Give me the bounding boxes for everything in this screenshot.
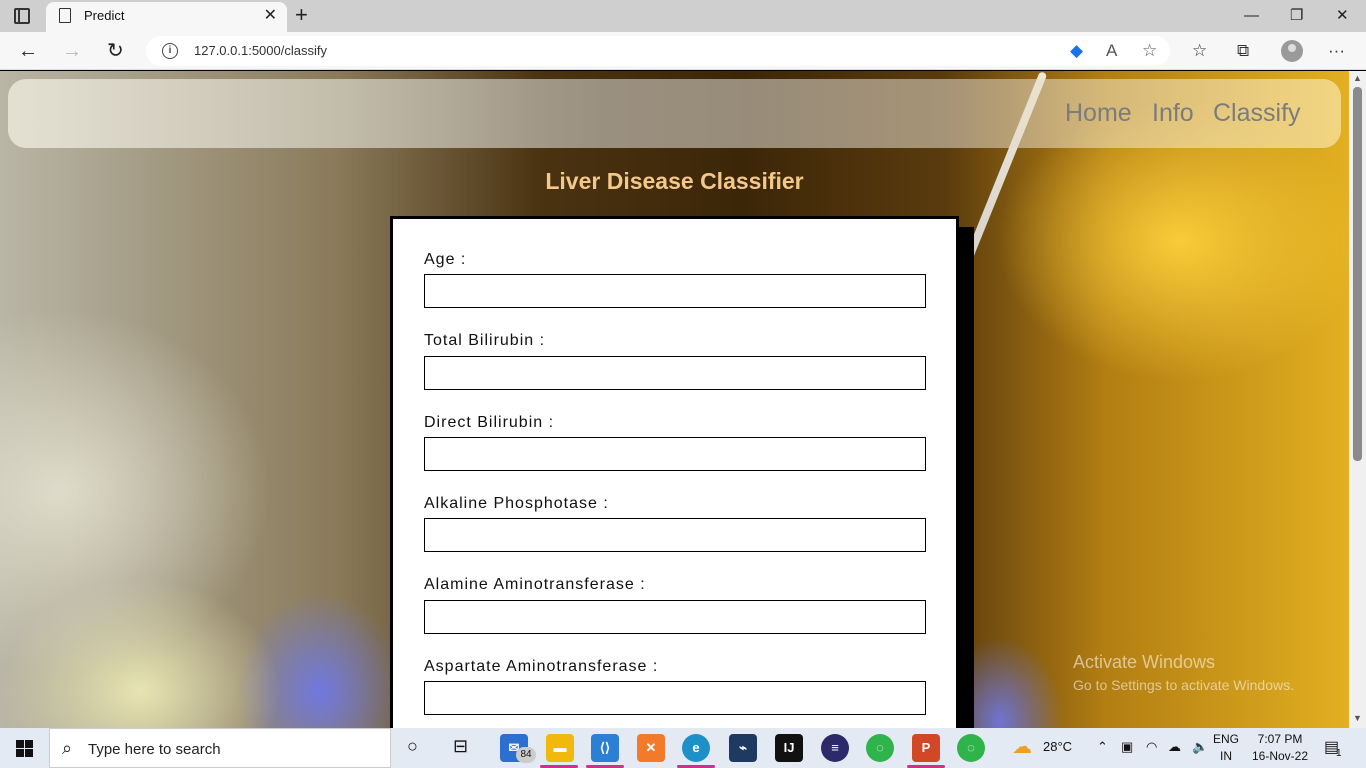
site-info-icon[interactable]: i bbox=[162, 43, 178, 59]
page-scrollbar[interactable]: ▲ ▼ bbox=[1349, 71, 1366, 728]
add-favorite-icon[interactable]: ☆ bbox=[1142, 40, 1157, 62]
page-title: Liver Disease Classifier bbox=[545, 168, 804, 194]
wifi-icon[interactable]: ◠ bbox=[1146, 739, 1157, 755]
page-viewport: Home Info Classify Liver Disease Classif… bbox=[0, 71, 1349, 728]
read-aloud-icon[interactable]: A bbox=[1106, 40, 1117, 62]
nav-link-info[interactable]: Info bbox=[1152, 99, 1194, 128]
site-navbar: Home Info Classify bbox=[8, 79, 1341, 148]
profile-avatar[interactable] bbox=[1281, 40, 1303, 62]
language-code: ENG bbox=[1213, 732, 1240, 746]
browser-toolbar: ← → ↻ i 127.0.0.1:5000/classify ◆ A ☆ ☆ … bbox=[0, 32, 1366, 70]
aspartate-aminotransferase-label: Aspartate Aminotransferase : bbox=[424, 658, 659, 675]
direct-bilirubin-input[interactable] bbox=[424, 437, 926, 471]
meet-now-icon[interactable]: ▣ bbox=[1121, 739, 1133, 755]
alamine-aminotransferase-input[interactable] bbox=[424, 600, 926, 634]
eclipse-icon[interactable]: ≡ bbox=[821, 734, 849, 762]
age-label: Age : bbox=[424, 251, 467, 268]
weather-icon[interactable]: ☁ bbox=[1012, 734, 1032, 759]
watermark-line-1: Activate Windows bbox=[1073, 652, 1216, 672]
windows-start-icon[interactable] bbox=[16, 740, 33, 757]
classify-form: Age : Total Bilirubin : Direct Bilirubin… bbox=[390, 216, 959, 728]
alamine-aminotransferase-label: Alamine Aminotransferase : bbox=[424, 576, 646, 593]
file-explorer-icon[interactable]: ▬ bbox=[546, 734, 574, 762]
clock[interactable]: 7:07 PM 16-Nov-22 bbox=[1252, 731, 1308, 765]
close-window-button[interactable]: ✕ bbox=[1336, 6, 1349, 26]
volume-icon[interactable]: 🔈 bbox=[1192, 739, 1208, 755]
alkaline-phosphotase-input[interactable] bbox=[424, 518, 926, 552]
app-green-icon[interactable]: ◌ bbox=[866, 734, 894, 762]
tab-predict[interactable]: Predict ✕ bbox=[46, 2, 287, 32]
show-hidden-icons[interactable]: ⌃ bbox=[1097, 739, 1108, 755]
minimize-button[interactable]: — bbox=[1244, 6, 1259, 26]
windows-taskbar: ⌕ Type here to search ○ ⊟ ✉ 84 ▬ ⟨⟩ ✕ e … bbox=[0, 728, 1366, 768]
aspartate-aminotransferase-input[interactable] bbox=[424, 681, 926, 715]
more-menu-icon[interactable]: ··· bbox=[1328, 40, 1345, 62]
age-input[interactable] bbox=[424, 274, 926, 308]
activate-windows-watermark: Activate Windows Go to Settings to activ… bbox=[1073, 652, 1294, 693]
powerpoint-icon[interactable]: P bbox=[912, 734, 940, 762]
favorites-icon[interactable]: ☆ bbox=[1192, 40, 1207, 62]
clock-time: 7:07 PM bbox=[1257, 732, 1303, 746]
weather-temp[interactable]: 28°C bbox=[1043, 739, 1072, 754]
page-icon bbox=[59, 8, 71, 23]
xampp-icon[interactable]: ✕ bbox=[637, 734, 665, 762]
total-bilirubin-label: Total Bilirubin : bbox=[424, 332, 546, 349]
taskbar-search[interactable]: ⌕ Type here to search bbox=[49, 728, 391, 768]
onedrive-icon[interactable]: ☁ bbox=[1168, 739, 1181, 755]
tab-close-icon[interactable]: ✕ bbox=[264, 6, 277, 26]
intellij-icon[interactable]: IJ bbox=[775, 734, 803, 762]
direct-bilirubin-label: Direct Bilirubin : bbox=[424, 414, 555, 431]
mail-badge: 84 bbox=[516, 747, 536, 763]
shopping-tag-icon[interactable]: ◆ bbox=[1070, 40, 1083, 62]
collections-icon[interactable]: ⧉ bbox=[1237, 40, 1249, 62]
notification-count: 1 bbox=[1336, 748, 1342, 759]
tab-title: Predict bbox=[84, 8, 125, 23]
address-bar[interactable]: i 127.0.0.1:5000/classify ◆ A ☆ bbox=[146, 36, 1170, 66]
scroll-down-icon[interactable]: ▼ bbox=[1353, 713, 1362, 723]
mysql-workbench-icon[interactable]: ⌁ bbox=[729, 734, 757, 762]
tab-actions-icon[interactable] bbox=[14, 8, 30, 24]
scroll-thumb[interactable] bbox=[1353, 87, 1362, 461]
back-button[interactable]: ← bbox=[18, 38, 38, 64]
vscode-icon[interactable]: ⟨⟩ bbox=[591, 734, 619, 762]
app-green-2-icon[interactable]: ◌ bbox=[957, 734, 985, 762]
new-tab-button[interactable]: + bbox=[295, 3, 308, 27]
scroll-up-icon[interactable]: ▲ bbox=[1353, 73, 1362, 83]
cortana-icon[interactable]: ○ bbox=[407, 736, 418, 757]
nav-link-classify[interactable]: Classify bbox=[1213, 99, 1301, 128]
edge-icon[interactable]: e bbox=[682, 734, 710, 762]
task-view-icon[interactable]: ⊟ bbox=[453, 736, 468, 757]
restore-button[interactable]: ❐ bbox=[1290, 6, 1303, 26]
region-code: IN bbox=[1220, 749, 1232, 763]
forward-button[interactable]: → bbox=[62, 38, 82, 64]
alkaline-phosphotase-label: Alkaline Phosphotase : bbox=[424, 495, 609, 512]
tab-bar: Predict ✕ + — ❐ ✕ bbox=[0, 0, 1366, 32]
clock-date: 16-Nov-22 bbox=[1252, 749, 1309, 763]
url-text[interactable]: 127.0.0.1:5000/classify bbox=[194, 43, 327, 58]
total-bilirubin-input[interactable] bbox=[424, 356, 926, 390]
search-icon: ⌕ bbox=[62, 738, 73, 758]
search-placeholder: Type here to search bbox=[88, 741, 221, 758]
nav-link-home[interactable]: Home bbox=[1065, 99, 1132, 128]
watermark-line-2: Go to Settings to activate Windows. bbox=[1073, 677, 1294, 693]
reload-button[interactable]: ↻ bbox=[107, 38, 124, 64]
language-indicator[interactable]: ENG IN bbox=[1213, 731, 1239, 765]
